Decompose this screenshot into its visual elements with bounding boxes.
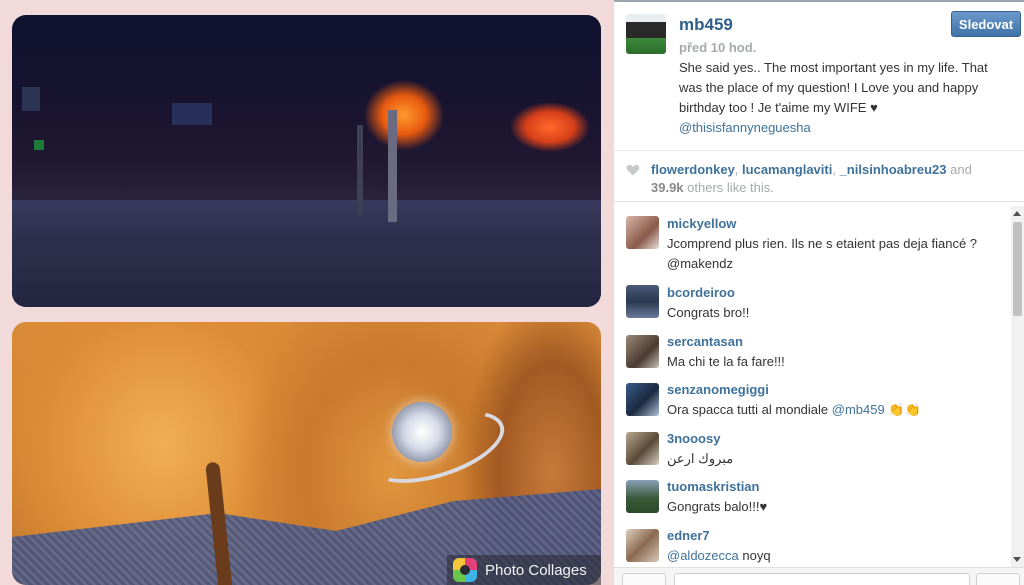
- comment-avatar[interactable]: [626, 480, 659, 513]
- photo-collages-label: Photo Collages: [485, 561, 587, 579]
- comment-mention-link[interactable]: @makendz: [667, 254, 1007, 274]
- comment-mention-link[interactable]: @mb459: [832, 402, 885, 417]
- heart-icon[interactable]: [626, 163, 640, 177]
- scroll-thumb[interactable]: [1013, 222, 1022, 316]
- photo-road: [12, 200, 601, 307]
- photo-window: [22, 87, 40, 111]
- liker-link[interactable]: flowerdonkey: [651, 162, 735, 177]
- caption-mention-link[interactable]: @thisisfannyneguesha: [679, 120, 811, 135]
- likes-text: flowerdonkey, lucamanglaviti, _nilsinhoa…: [651, 162, 972, 195]
- like-button[interactable]: [622, 573, 666, 585]
- comment-username[interactable]: edner7: [667, 528, 710, 543]
- comment-mention-link[interactable]: @aldozecca: [667, 548, 739, 563]
- likes-suffix: others like this.: [687, 180, 774, 195]
- comment-body: noyq: [738, 548, 771, 563]
- post-info-panel: mb459 před 10 hod. Sledovat She said yes…: [614, 0, 1024, 585]
- comment-composer: [614, 567, 1024, 585]
- scroll-up-icon[interactable]: [1013, 211, 1021, 216]
- post-timestamp: před 10 hod.: [679, 40, 757, 55]
- comment-avatar[interactable]: [626, 383, 659, 416]
- post-header: mb459 před 10 hod. Sledovat She said yes…: [614, 2, 1024, 148]
- comment-body: Ora spacca tutti al mondiale: [667, 402, 829, 417]
- photo-window: [34, 140, 44, 150]
- comment-text: Gongrats balo!!!♥: [667, 499, 768, 514]
- caption-heart-icon: ♥: [870, 100, 878, 115]
- likes-and: and: [950, 162, 972, 177]
- options-button[interactable]: [976, 573, 1020, 585]
- comment-text: مبروك ارعن: [667, 451, 734, 466]
- post-caption: She said yes.. The most important yes in…: [679, 58, 1014, 138]
- comment-avatar[interactable]: [626, 529, 659, 562]
- comment-avatar[interactable]: [626, 285, 659, 318]
- follow-button[interactable]: Sledovat: [951, 11, 1021, 37]
- photo-window: [172, 103, 212, 125]
- photo-palm-trunk: [357, 125, 363, 215]
- comment-text: Ma chi te la fa fare!!!: [667, 354, 785, 369]
- comment-username[interactable]: 3nooosy: [667, 431, 720, 446]
- likes-count[interactable]: 39.9k: [651, 180, 684, 195]
- caption-text: She said yes.. The most important yes in…: [679, 60, 988, 115]
- photo-palm-trunk: [388, 110, 397, 222]
- comment-avatar[interactable]: [626, 335, 659, 368]
- comment-username[interactable]: bcordeiroo: [667, 285, 735, 300]
- comment-username[interactable]: sercantasan: [667, 334, 743, 349]
- avatar[interactable]: [626, 14, 666, 54]
- comment-username[interactable]: senzanomegiggi: [667, 382, 769, 397]
- comment-username[interactable]: mickyellow: [667, 216, 736, 231]
- liker-link[interactable]: _nilsinhoabreu23: [840, 162, 947, 177]
- photo-collages-watermark: Photo Collages: [447, 555, 601, 585]
- photo-collages-logo-icon: [453, 558, 477, 582]
- post-username[interactable]: mb459: [679, 15, 733, 35]
- likes-section: flowerdonkey, lucamanglaviti, _nilsinhoa…: [614, 150, 1024, 202]
- clap-icon: 👏👏: [888, 402, 921, 417]
- comments-list: mickyellow Jcomprend plus rien. Ils ne s…: [614, 204, 1010, 567]
- comment-text: Ora spacca tutti al mondiale @mb459 👏👏: [667, 400, 1007, 420]
- liker-link[interactable]: lucamanglaviti: [742, 162, 832, 177]
- comments-scrollbar[interactable]: [1011, 206, 1024, 567]
- comment-username[interactable]: tuomaskristian: [667, 479, 759, 494]
- ring-diamond: [392, 402, 452, 462]
- comment-text: @aldozecca noyq: [667, 546, 1007, 566]
- comment-avatar[interactable]: [626, 216, 659, 249]
- photo-ring-hand: [12, 322, 601, 585]
- photo-night-street: [12, 15, 601, 307]
- comment-input[interactable]: [674, 573, 970, 585]
- photo-collage[interactable]: Photo Collages: [0, 0, 614, 585]
- comment-text: Jcomprend plus rien. Ils ne s etaient pa…: [667, 236, 978, 251]
- comment-text: Congrats bro!!: [667, 305, 750, 320]
- scroll-down-icon[interactable]: [1013, 557, 1021, 562]
- comment-avatar[interactable]: [626, 432, 659, 465]
